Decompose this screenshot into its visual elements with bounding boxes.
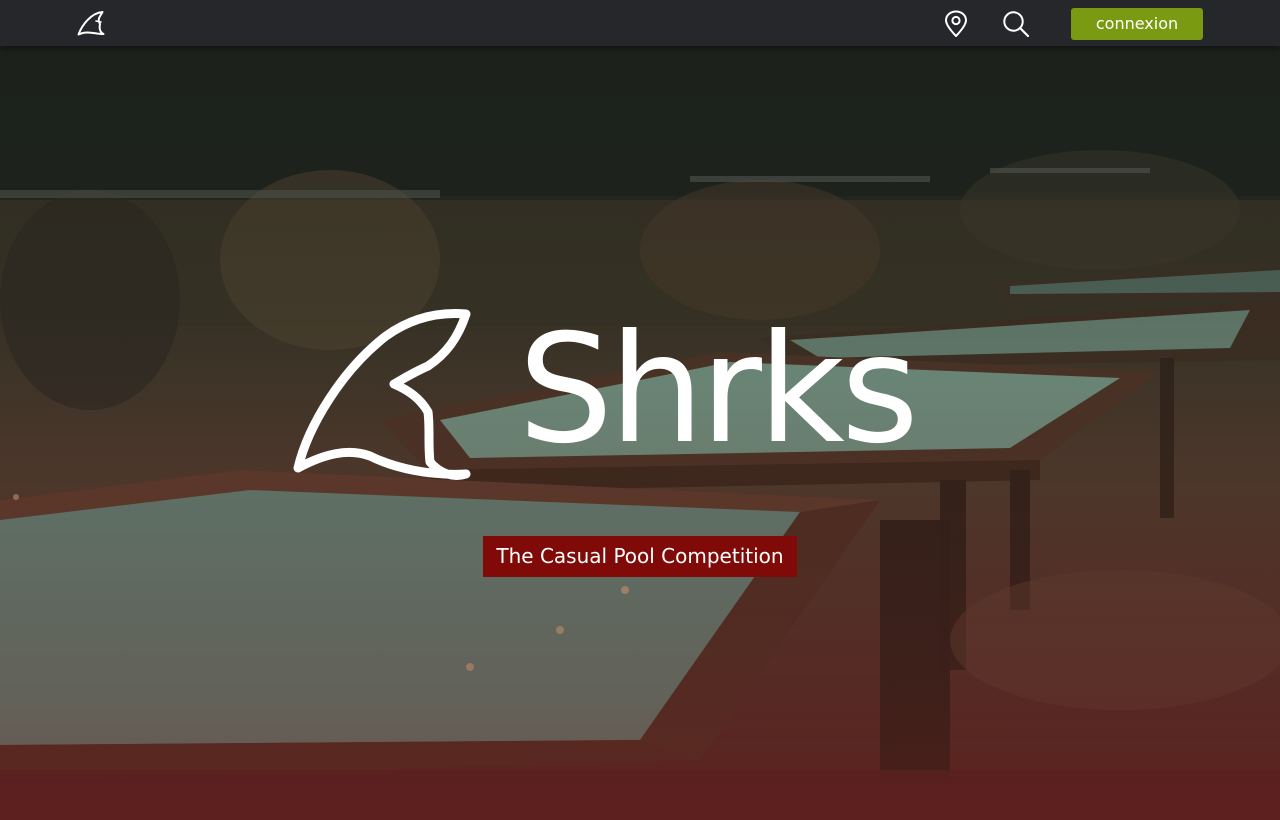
shark-fin-icon[interactable] <box>76 9 106 37</box>
top-navbar: connexion <box>0 0 1280 46</box>
tagline-badge: The Casual Pool Competition <box>483 536 797 577</box>
landing-page: connexion Shrks The Casual Pool Competit… <box>0 0 1280 820</box>
search-icon[interactable] <box>1002 10 1030 38</box>
connexion-button[interactable]: connexion <box>1071 8 1203 40</box>
brand-name: Shrks <box>518 303 919 477</box>
brand-logo: Shrks <box>290 308 1000 484</box>
map-pin-icon[interactable] <box>943 10 969 38</box>
shark-fin-icon <box>290 308 472 484</box>
